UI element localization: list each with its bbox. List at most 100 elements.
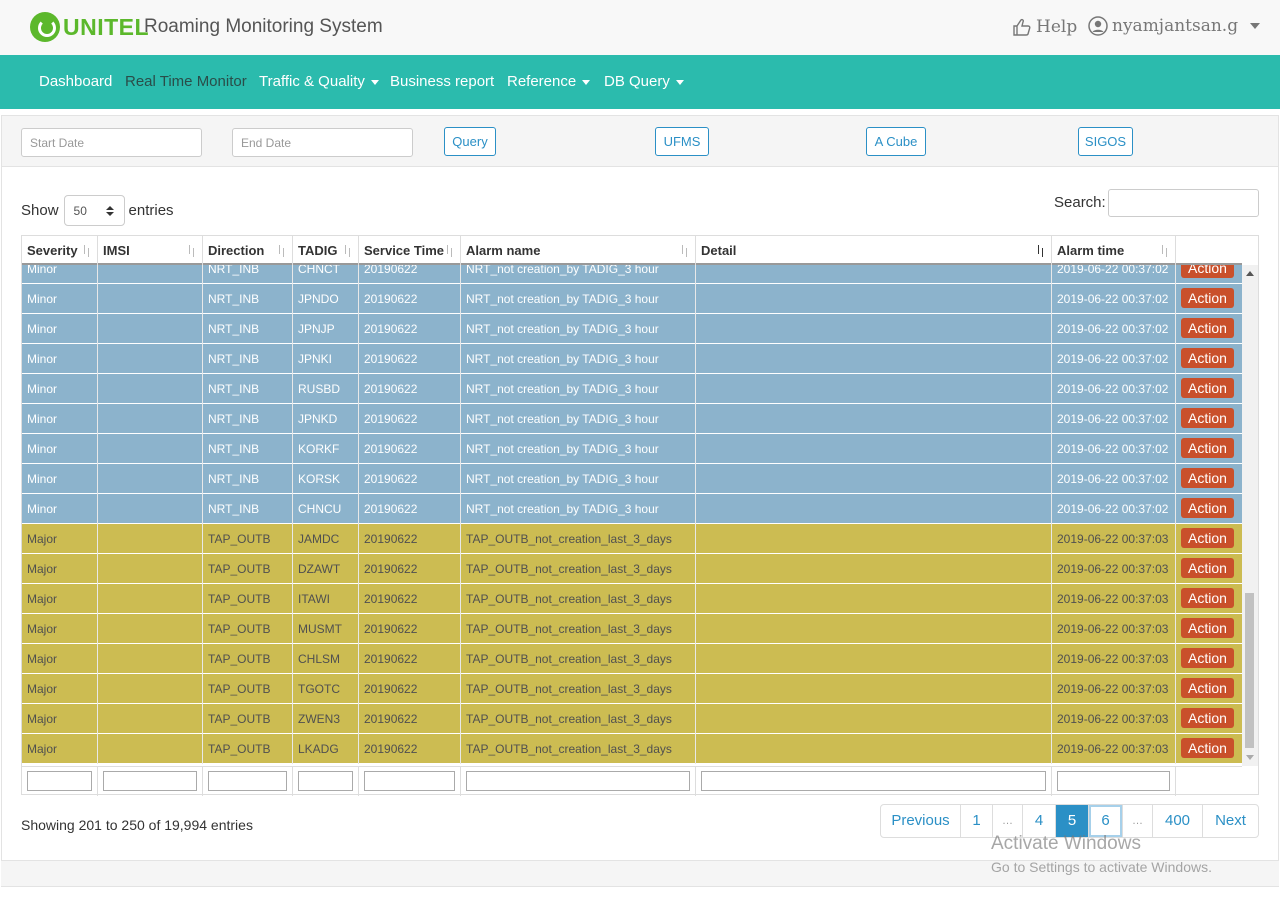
user-menu[interactable]: nyamjantsan.g [1088, 16, 1261, 36]
scroll-up-icon[interactable] [1246, 271, 1254, 276]
action-button[interactable]: Action [1181, 408, 1234, 428]
cell-direction: TAP_OUTB [203, 554, 293, 584]
col-severity-label: Severity [27, 243, 78, 258]
cell-direction: TAP_OUTB [203, 704, 293, 734]
col-tadig[interactable]: TADIG [293, 236, 359, 265]
action-button[interactable]: Action [1181, 318, 1234, 338]
cell-alarm-time: 2019-06-22 00:37:02 [1052, 314, 1176, 344]
search-input[interactable] [1108, 189, 1259, 217]
cell-tadig: KORKF [293, 434, 359, 464]
cell-detail [696, 464, 1052, 494]
filter-imsi-input[interactable] [103, 771, 197, 791]
action-button[interactable]: Action [1181, 738, 1234, 758]
filter-direction-input[interactable] [208, 771, 287, 791]
thumbs-up-icon [1013, 18, 1031, 36]
nav-business-report[interactable]: Business report [390, 73, 494, 90]
end-date-input[interactable]: End Date [232, 128, 413, 157]
filter-alarm-name-input[interactable] [466, 771, 690, 791]
table-row: Minor NRT_INB KORSK 20190622 NRT_not creatio… [22, 464, 1242, 494]
action-button[interactable]: Action [1181, 265, 1234, 278]
table-row: Major TAP_OUTB LKADG 20190622 TAP_OUTB_not_c… [22, 734, 1242, 764]
cell-alarm-time: 2019-06-22 00:37:02 [1052, 404, 1176, 434]
a-cube-button[interactable]: A Cube [866, 127, 926, 156]
cell-imsi [98, 374, 203, 404]
nav-db-query[interactable]: DB Query [604, 73, 684, 90]
filter-severity-input[interactable] [27, 771, 92, 791]
page-previous[interactable]: Previous [881, 805, 961, 837]
scroll-down-icon[interactable] [1246, 755, 1254, 760]
col-direction[interactable]: Direction [203, 236, 293, 265]
cell-action: Action [1176, 314, 1242, 344]
cell-alarm-name: TAP_OUTB_not_creation_last_3_days [461, 704, 696, 734]
col-severity[interactable]: Severity [22, 236, 98, 265]
cell-imsi [98, 344, 203, 374]
cell-imsi [98, 314, 203, 344]
action-button[interactable]: Action [1181, 648, 1234, 668]
table-scrollbar[interactable] [1242, 265, 1258, 766]
page-size-value: 50 [73, 204, 87, 218]
page-size-select[interactable]: 50 [63, 195, 125, 226]
filter-alarm-time-input[interactable] [1057, 771, 1170, 791]
action-button[interactable]: Action [1181, 378, 1234, 398]
table-row: Minor NRT_INB JPNJP 20190622 NRT_not creatio… [22, 314, 1242, 344]
nav-dashboard[interactable]: Dashboard [39, 73, 112, 90]
filter-tadig-input[interactable] [298, 771, 353, 791]
cell-imsi [98, 265, 203, 284]
user-name: nyamjantsan.g [1112, 16, 1239, 36]
col-imsi[interactable]: IMSI [98, 236, 203, 265]
action-button[interactable]: Action [1181, 708, 1234, 728]
action-button[interactable]: Action [1181, 438, 1234, 458]
ufms-button[interactable]: UFMS [655, 127, 709, 156]
cell-detail [696, 614, 1052, 644]
cell-detail [696, 434, 1052, 464]
cell-alarm-time: 2019-06-22 00:37:03 [1052, 644, 1176, 674]
sigos-button[interactable]: SIGOS [1078, 127, 1133, 156]
table-row: Minor NRT_INB JPNKI 20190622 NRT_not creatio… [22, 344, 1242, 374]
cell-imsi [98, 614, 203, 644]
col-alarm-name-label: Alarm name [466, 243, 541, 258]
action-button[interactable]: Action [1181, 588, 1234, 608]
logo-text: UNITEL [63, 13, 150, 40]
cell-imsi [98, 554, 203, 584]
cell-alarm-time: 2019-06-22 00:37:03 [1052, 584, 1176, 614]
cell-direction: TAP_OUTB [203, 524, 293, 554]
cell-tadig: JPNDO [293, 284, 359, 314]
cell-direction: TAP_OUTB [203, 584, 293, 614]
help-link[interactable]: Help [1012, 17, 1077, 37]
cell-detail [696, 524, 1052, 554]
cell-alarm-time: 2019-06-22 00:37:02 [1052, 464, 1176, 494]
action-button[interactable]: Action [1181, 528, 1234, 548]
action-button[interactable]: Action [1181, 468, 1234, 488]
page-1[interactable]: 1 [961, 805, 993, 837]
action-button[interactable]: Action [1181, 558, 1234, 578]
action-button[interactable]: Action [1181, 498, 1234, 518]
action-button[interactable]: Action [1181, 678, 1234, 698]
start-date-input[interactable]: Start Date [21, 128, 202, 157]
nav-reference[interactable]: Reference [507, 73, 591, 90]
nav-traffic-quality[interactable]: Traffic & Quality [259, 73, 379, 90]
action-button[interactable]: Action [1181, 618, 1234, 638]
scroll-thumb[interactable] [1245, 593, 1254, 748]
unitel-logo[interactable]: UNITEL [30, 12, 149, 42]
action-button[interactable]: Action [1181, 288, 1234, 308]
col-direction-label: Direction [208, 243, 265, 258]
nav-real-time-monitor[interactable]: Real Time Monitor [125, 73, 247, 90]
sort-icon [344, 245, 352, 257]
col-service-time[interactable]: Service Time [359, 236, 461, 265]
cell-action: Action [1176, 494, 1242, 524]
action-button[interactable]: Action [1181, 348, 1234, 368]
filter-service-time-input[interactable] [364, 771, 455, 791]
cell-alarm-time: 2019-06-22 00:37:03 [1052, 734, 1176, 764]
col-alarm-name[interactable]: Alarm name [461, 236, 696, 265]
cell-direction: NRT_INB [203, 344, 293, 374]
col-detail[interactable]: Detail [696, 236, 1052, 265]
cell-service-time: 20190622 [359, 404, 461, 434]
filter-bar: Start Date End Date Query UFMS A Cube SI… [1, 115, 1279, 167]
cell-direction: NRT_INB [203, 284, 293, 314]
filter-detail-input[interactable] [701, 771, 1046, 791]
filter-cell-imsi [98, 767, 203, 796]
cell-severity: Minor [22, 344, 98, 374]
query-button[interactable]: Query [444, 127, 496, 156]
col-alarm-time[interactable]: Alarm time [1052, 236, 1176, 265]
cell-action: Action [1176, 344, 1242, 374]
